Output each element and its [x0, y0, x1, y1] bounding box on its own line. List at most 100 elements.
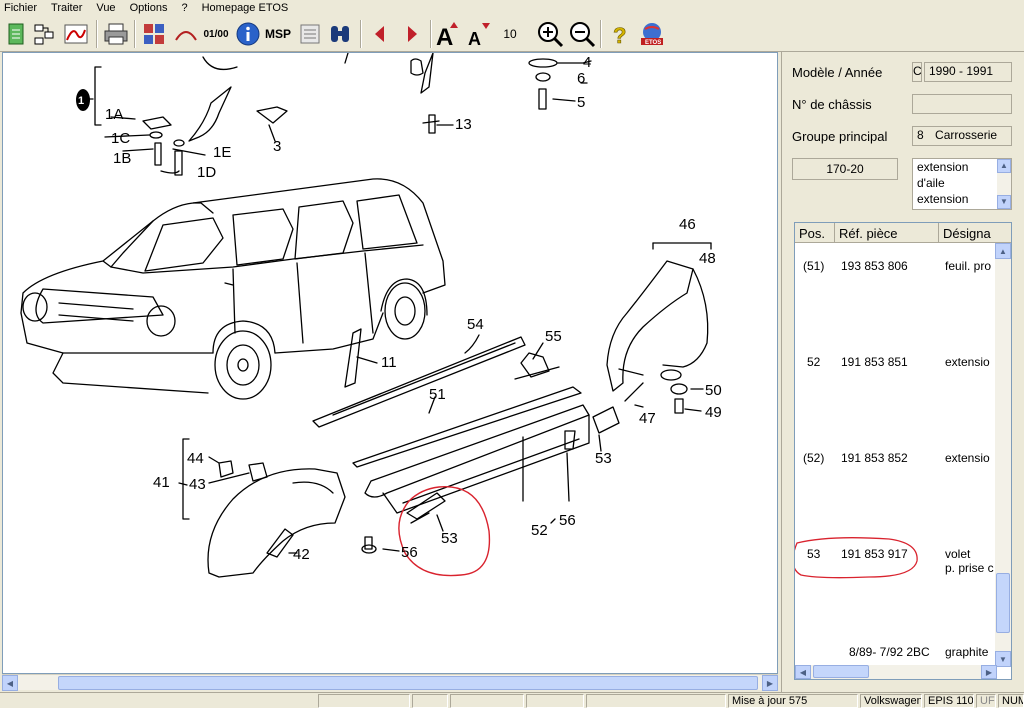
menu-bar: Fichier Traiter Vue Options ? Homepage E…	[0, 0, 1024, 16]
callout-56-right: 56	[559, 512, 576, 529]
menu-help[interactable]: ?	[181, 1, 187, 15]
subgroup-code[interactable]: 170-20	[792, 158, 898, 180]
print-button[interactable]	[102, 20, 130, 48]
callout-44: 44	[187, 450, 204, 467]
zoom-in-button[interactable]	[536, 20, 564, 48]
app-window: Fichier Traiter Vue Options ? Homepage E…	[0, 0, 1024, 708]
info-button[interactable]	[234, 20, 262, 48]
exploded-view-drawing[interactable]: 1 1A 1C 1B 1E 1D 3 4 6 5 13 46 48 54 55 …	[2, 52, 778, 674]
font-decrease-button[interactable]: A	[464, 20, 492, 48]
scroll-left-button[interactable]: ◀	[2, 675, 18, 691]
callout-52: 52	[531, 522, 548, 539]
new-document-button[interactable]	[2, 20, 30, 48]
parts-hscrollbar[interactable]: ◀ ▶	[795, 665, 997, 679]
help-button[interactable]: ?	[606, 20, 634, 48]
callout-3: 3	[273, 138, 282, 155]
parts-scroll-left[interactable]: ◀	[795, 665, 811, 679]
drawing-hscrollbar[interactable]: ◀ ▶	[2, 674, 778, 691]
status-pane-5	[586, 694, 726, 708]
scale-button[interactable]: 01/00	[202, 20, 230, 48]
callout-50: 50	[705, 382, 722, 399]
layout-button[interactable]	[296, 20, 324, 48]
tree-icon	[34, 24, 54, 45]
menu-traiter[interactable]: Traiter	[51, 1, 82, 15]
table-row-selected[interactable]: 53 191 853 917 volet p. prise c	[795, 537, 997, 581]
zoom-out-icon	[570, 22, 596, 48]
info-panel: Modèle / Année C 1990 - 1991 N° de châss…	[781, 52, 1024, 692]
status-brand: Volkswagen	[860, 694, 922, 708]
parts-list[interactable]: Pos. Réf. pièce Désigna (51) 193 853 806…	[794, 222, 1012, 680]
parts-scroll-down[interactable]: ▼	[995, 651, 1011, 667]
scroll-thumb[interactable]	[58, 676, 758, 690]
scroll-right-button[interactable]: ▶	[762, 675, 778, 691]
status-pane-2	[412, 694, 448, 708]
callout-11: 11	[381, 354, 397, 371]
header-desc[interactable]: Désigna	[939, 223, 997, 243]
font-size-value: 10	[503, 27, 517, 41]
parts-hscroll-thumb[interactable]	[813, 665, 869, 678]
table-row[interactable]: (52) 191 853 852 extensio	[795, 451, 997, 471]
arrow-left-icon	[375, 26, 384, 42]
callout-51: 51	[429, 386, 446, 403]
subgroup-scroll-down[interactable]: ▼	[997, 195, 1011, 209]
status-uf: UF	[976, 694, 996, 708]
msp-button[interactable]: MSP	[264, 20, 292, 48]
arrow-right-icon	[408, 26, 417, 42]
parts-scroll-up[interactable]: ▲	[995, 243, 1011, 259]
chassis-field[interactable]	[912, 94, 1012, 114]
menu-options[interactable]: Options	[130, 1, 168, 15]
callout-46: 46	[679, 216, 696, 233]
callout-1E: 1E	[213, 144, 232, 161]
subgroup-scrollbar[interactable]: ▲ ▼	[997, 159, 1011, 209]
parts-vscrollbar[interactable]: ▲ ▼	[995, 243, 1011, 667]
diagram-view-button[interactable]	[62, 20, 90, 48]
status-pane-1	[318, 694, 410, 708]
font-increase-icon: A	[436, 22, 458, 48]
table-row[interactable]: (51) 193 853 806 feuil. pro	[795, 259, 997, 279]
zoom-out-button[interactable]	[568, 20, 596, 48]
model-label: Modèle / Année	[792, 65, 883, 80]
header-pos[interactable]: Pos.	[795, 223, 835, 243]
parts-scroll-thumb[interactable]	[996, 573, 1010, 633]
search-button[interactable]	[326, 20, 354, 48]
previous-button[interactable]	[366, 20, 394, 48]
tiles-button[interactable]	[140, 20, 168, 48]
table-row-footer[interactable]: 8/89- 7/92 2BC graphite	[795, 645, 997, 663]
callout-55: 55	[545, 328, 562, 345]
menu-vue[interactable]: Vue	[96, 1, 115, 15]
scale-label: 01/00	[203, 28, 229, 40]
callout-1C: 1C	[111, 130, 131, 147]
group-field[interactable]: 8 Carrosserie	[912, 126, 1012, 146]
callout-53-right: 53	[595, 450, 612, 467]
year-field[interactable]: 1990 - 1991	[924, 62, 1012, 82]
group-label: Groupe principal	[792, 129, 888, 144]
chassis-label: N° de châssis	[792, 97, 872, 112]
header-ref[interactable]: Réf. pièce	[835, 223, 939, 243]
parts-scroll-right[interactable]: ▶	[981, 665, 997, 679]
callout-47: 47	[639, 410, 656, 427]
printer-icon	[104, 23, 128, 45]
status-update: Mise à jour 575	[728, 694, 858, 708]
arc-button[interactable]	[172, 20, 200, 48]
status-pane-3	[450, 694, 524, 708]
callout-1: 1	[78, 95, 85, 107]
menu-fichier[interactable]: Fichier	[4, 1, 37, 15]
binoculars-icon	[331, 26, 349, 42]
menu-homepage-etos[interactable]: Homepage ETOS	[202, 1, 289, 15]
zoom-in-icon	[538, 22, 564, 48]
group-number: 8	[917, 128, 924, 142]
callout-6: 6	[577, 70, 586, 87]
etos-button[interactable]: ETOS	[638, 20, 666, 48]
svg-text:A: A	[468, 29, 481, 48]
table-row[interactable]: 52 191 853 851 extensio	[795, 355, 997, 375]
callout-42: 42	[293, 546, 310, 563]
structure-button[interactable]	[30, 20, 58, 48]
callout-43: 43	[189, 476, 206, 493]
next-button[interactable]	[398, 20, 426, 48]
document-icon	[8, 23, 24, 45]
model-field[interactable]: C	[912, 62, 922, 82]
callout-53-highlighted[interactable]: 53	[441, 531, 458, 547]
font-increase-button[interactable]: A	[434, 20, 462, 48]
subgroup-description[interactable]: extension d'aile extension ▲ ▼	[912, 158, 1012, 210]
subgroup-scroll-up[interactable]: ▲	[997, 159, 1011, 173]
